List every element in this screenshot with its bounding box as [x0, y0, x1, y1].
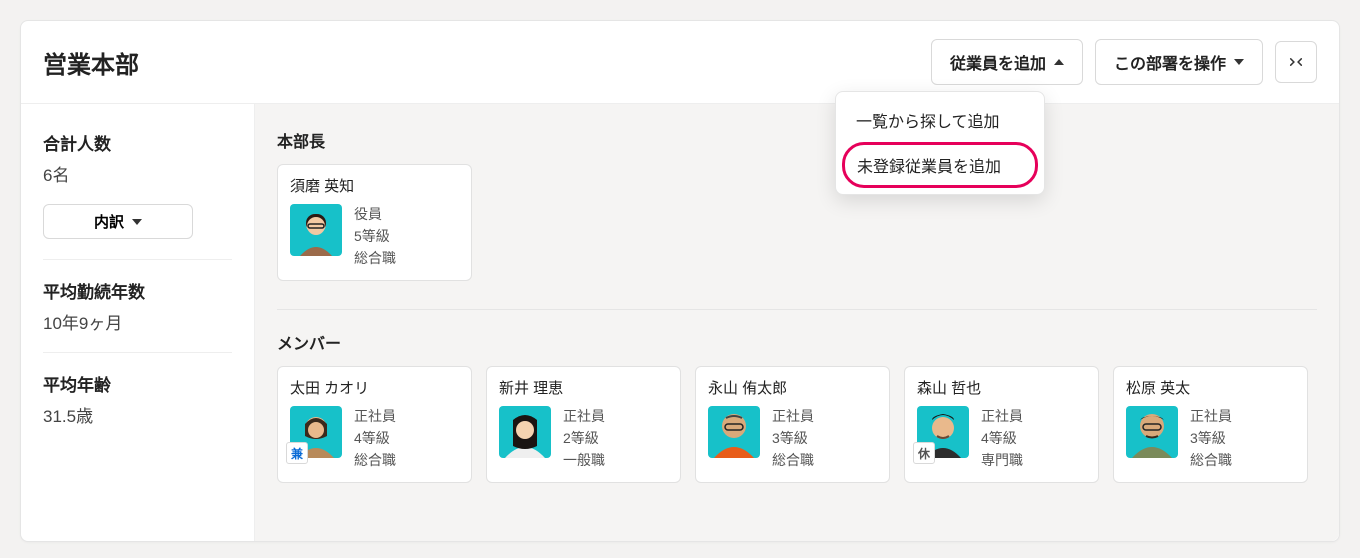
employee-track: 総合職 [772, 450, 814, 470]
avg-tenure-value: 10年9ヶ月 [43, 309, 232, 334]
panel-body: 合計人数 6名 内訳 平均勤続年数 10年9ヶ月 平均年齢 31.5歳 本部長 … [21, 104, 1339, 541]
avatar [708, 406, 760, 458]
caret-down-icon [1234, 59, 1244, 65]
avg-age-value: 31.5歳 [43, 402, 232, 427]
collapse-icon [1283, 49, 1308, 74]
avatar [290, 204, 342, 256]
avg-age-label: 平均年齢 [43, 371, 232, 396]
panel-header: 営業本部 従業員を追加 この部署を操作 一覧から探して [21, 21, 1339, 104]
breakdown-label: 内訳 [94, 211, 124, 232]
breakdown-button[interactable]: 内訳 [43, 204, 193, 239]
section-title-members: メンバー [277, 330, 1317, 354]
employee-card[interactable]: 森山 哲也 休 正社員 4等級 専門職 [904, 366, 1099, 483]
avatar-wrap [499, 406, 551, 458]
concurrent-badge: 兼 [286, 442, 308, 464]
caret-up-icon [1054, 59, 1064, 65]
dropdown-item-add-unregistered[interactable]: 未登録従業員を追加 [842, 142, 1038, 188]
add-employee-dropdown: 一覧から探して追加 未登録従業員を追加 [835, 91, 1045, 195]
avatar-wrap: 休 [917, 406, 969, 458]
employee-type: 正社員 [563, 406, 605, 426]
employee-card-body: 役員 5等級 総合職 [290, 204, 459, 268]
employee-meta: 正社員 2等級 一般職 [563, 406, 605, 470]
employee-grade: 3等級 [772, 428, 814, 448]
avatar-wrap [708, 406, 760, 458]
employee-track: 総合職 [354, 450, 396, 470]
collapse-button[interactable] [1275, 41, 1317, 83]
employee-grade: 3等級 [1190, 428, 1232, 448]
operate-department-label: この部署を操作 [1114, 50, 1226, 74]
employee-card-body: 正社員 3等級 総合職 [1126, 406, 1295, 470]
head-cards-row: 須磨 英知 役員 5等級 総合職 [277, 164, 1317, 281]
employee-meta: 正社員 4等級 専門職 [981, 406, 1023, 470]
divider [43, 259, 232, 260]
dropdown-item-search-add[interactable]: 一覧から探して追加 [842, 98, 1038, 142]
employee-meta: 正社員 3等級 総合職 [772, 406, 814, 470]
employee-grade: 5等級 [354, 226, 396, 246]
employee-type: 正社員 [981, 406, 1023, 426]
operate-department-button[interactable]: この部署を操作 [1095, 39, 1263, 85]
section-title-head: 本部長 [277, 128, 1317, 152]
total-count-value: 6名 [43, 161, 232, 186]
employee-meta: 正社員 4等級 総合職 [354, 406, 396, 470]
members-main: 本部長 須磨 英知 役員 5等級 総合職 [255, 104, 1339, 541]
employee-type: 正社員 [1190, 406, 1232, 426]
employee-card-body: 兼 正社員 4等級 総合職 [290, 406, 459, 470]
add-employee-label: 従業員を追加 [950, 50, 1046, 74]
employee-card-body: 休 正社員 4等級 専門職 [917, 406, 1086, 470]
employee-card[interactable]: 須磨 英知 役員 5等級 総合職 [277, 164, 472, 281]
department-title: 営業本部 [43, 45, 931, 80]
department-panel: 営業本部 従業員を追加 この部署を操作 一覧から探して [20, 20, 1340, 542]
caret-down-icon [132, 219, 142, 225]
avatar [1126, 406, 1178, 458]
divider [277, 309, 1317, 310]
employee-track: 一般職 [563, 450, 605, 470]
employee-card[interactable]: 松原 英太 正社員 3等級 総合職 [1113, 366, 1308, 483]
employee-name: 永山 侑太郎 [708, 377, 877, 398]
avatar-wrap: 兼 [290, 406, 342, 458]
employee-track: 総合職 [1190, 450, 1232, 470]
avg-tenure-label: 平均勤続年数 [43, 278, 232, 303]
employee-name: 新井 理恵 [499, 377, 668, 398]
employee-name: 松原 英太 [1126, 377, 1295, 398]
employee-grade: 4等級 [354, 428, 396, 448]
employee-type: 正社員 [354, 406, 396, 426]
add-employee-button[interactable]: 従業員を追加 [931, 39, 1083, 85]
members-cards-row: 太田 カオリ 兼 正社員 4等級 総合職 [277, 366, 1317, 483]
avatar-wrap [290, 204, 342, 256]
employee-grade: 2等級 [563, 428, 605, 448]
employee-meta: 正社員 3等級 総合職 [1190, 406, 1232, 470]
employee-track: 総合職 [354, 248, 396, 268]
stats-sidebar: 合計人数 6名 内訳 平均勤続年数 10年9ヶ月 平均年齢 31.5歳 [21, 104, 255, 541]
leave-badge: 休 [913, 442, 935, 464]
employee-card-body: 正社員 2等級 一般職 [499, 406, 668, 470]
employee-card[interactable]: 新井 理恵 正社員 2等級 一般職 [486, 366, 681, 483]
employee-name: 太田 カオリ [290, 377, 459, 398]
employee-meta: 役員 5等級 総合職 [354, 204, 396, 268]
avatar-wrap [1126, 406, 1178, 458]
employee-card-body: 正社員 3等級 総合職 [708, 406, 877, 470]
employee-card[interactable]: 太田 カオリ 兼 正社員 4等級 総合職 [277, 366, 472, 483]
header-actions: 従業員を追加 この部署を操作 一覧から探して追加 未登録従業員を追加 [931, 39, 1317, 85]
employee-name: 須磨 英知 [290, 175, 459, 196]
employee-grade: 4等級 [981, 428, 1023, 448]
divider [43, 352, 232, 353]
employee-card[interactable]: 永山 侑太郎 正社員 3等級 総合職 [695, 366, 890, 483]
employee-type: 正社員 [772, 406, 814, 426]
employee-track: 専門職 [981, 450, 1023, 470]
total-count-label: 合計人数 [43, 130, 232, 155]
avatar [499, 406, 551, 458]
employee-name: 森山 哲也 [917, 377, 1086, 398]
employee-type: 役員 [354, 204, 396, 224]
